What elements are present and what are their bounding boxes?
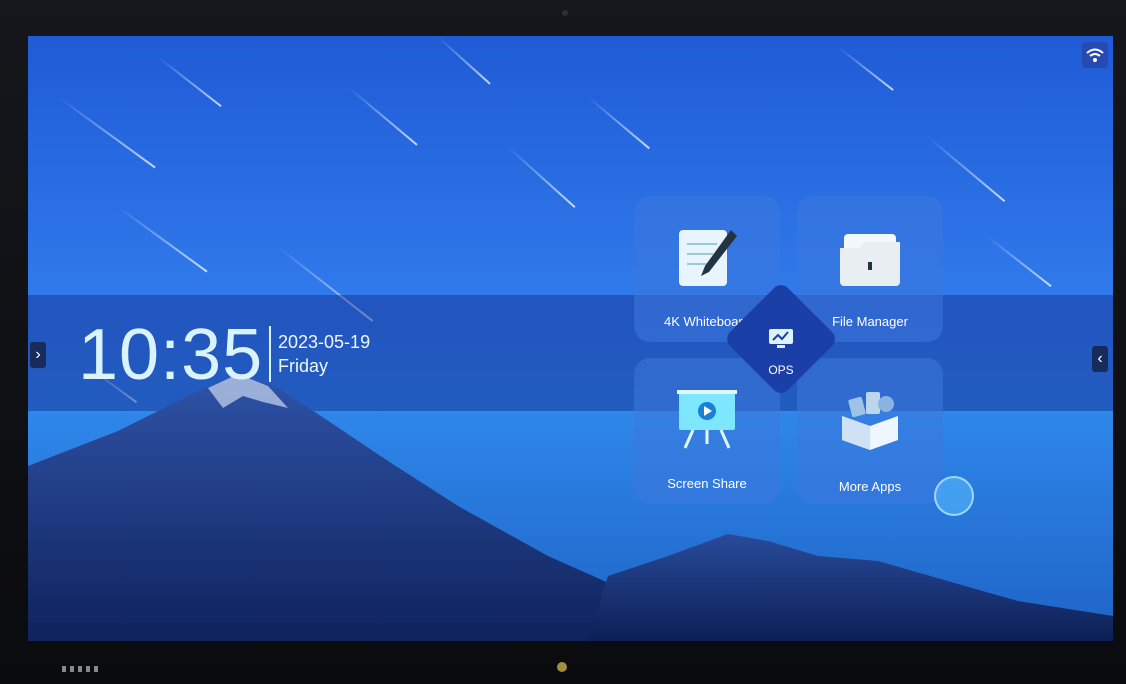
left-sidebar-toggle[interactable]: › xyxy=(30,342,46,368)
display-bezel: 10:35 2023-05-19 Friday › ‹ 4K Whiteboar… xyxy=(0,0,1126,684)
camera-icon xyxy=(562,10,568,16)
clock-day: Friday xyxy=(278,356,329,376)
ops-label: OPS xyxy=(768,363,794,377)
folder-icon xyxy=(840,234,900,286)
floating-menu-button[interactable] xyxy=(934,476,974,516)
apps-box-icon xyxy=(842,392,898,450)
tile-label: Screen Share xyxy=(667,476,747,491)
front-panel-buttons xyxy=(62,666,102,672)
clock-date: 2023-05-19 xyxy=(278,332,371,352)
clock-divider xyxy=(269,326,271,382)
power-button-icon xyxy=(557,662,567,672)
monitor-icon xyxy=(769,329,793,348)
tile-more-apps[interactable]: More Apps xyxy=(797,358,943,504)
clock-time: 10:35 xyxy=(78,315,264,395)
presentation-icon xyxy=(677,390,737,449)
whiteboard-icon xyxy=(679,230,737,286)
tile-screen-share[interactable]: Screen Share xyxy=(634,358,780,504)
right-sidebar-toggle[interactable]: ‹ xyxy=(1092,346,1108,372)
wifi-icon[interactable] xyxy=(1082,42,1108,68)
tile-label: More Apps xyxy=(838,479,902,494)
home-screen: 10:35 2023-05-19 Friday › ‹ 4K Whiteboar… xyxy=(28,36,1113,641)
